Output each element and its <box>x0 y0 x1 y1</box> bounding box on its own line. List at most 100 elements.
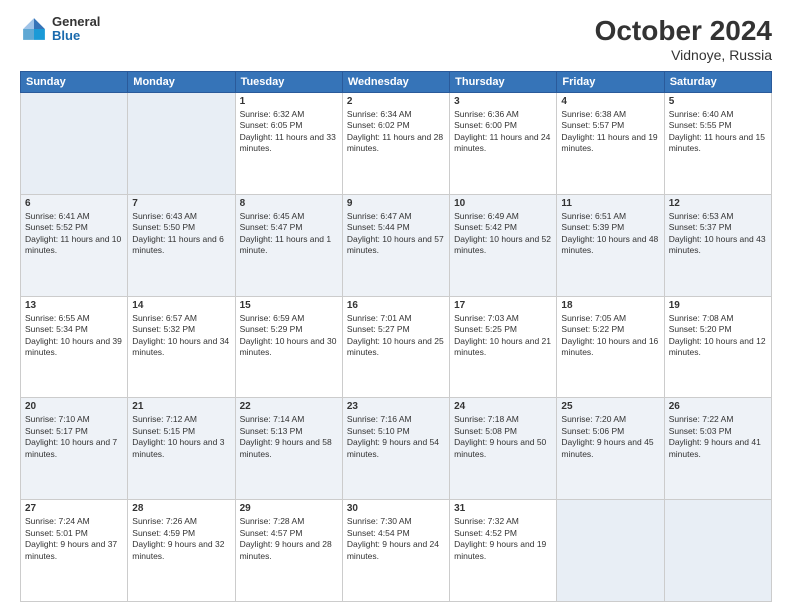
day-info: Sunrise: 7:05 AM <box>561 313 659 324</box>
calendar-cell: 7Sunrise: 6:43 AMSunset: 5:50 PMDaylight… <box>128 194 235 296</box>
day-info: Sunrise: 6:55 AM <box>25 313 123 324</box>
calendar-cell: 17Sunrise: 7:03 AMSunset: 5:25 PMDayligh… <box>450 296 557 398</box>
col-header-thursday: Thursday <box>450 72 557 93</box>
day-info: Sunset: 6:02 PM <box>347 120 445 131</box>
day-info: Daylight: 11 hours and 1 minute. <box>240 234 338 257</box>
day-info: Sunset: 5:50 PM <box>132 222 230 233</box>
calendar-cell <box>664 500 771 602</box>
day-info: Sunrise: 6:47 AM <box>347 211 445 222</box>
day-info: Sunset: 5:55 PM <box>669 120 767 131</box>
day-info: Daylight: 9 hours and 58 minutes. <box>240 437 338 460</box>
day-info: Daylight: 9 hours and 28 minutes. <box>240 539 338 562</box>
logo-blue: Blue <box>52 29 100 43</box>
calendar-cell: 10Sunrise: 6:49 AMSunset: 5:42 PMDayligh… <box>450 194 557 296</box>
calendar-cell: 28Sunrise: 7:26 AMSunset: 4:59 PMDayligh… <box>128 500 235 602</box>
day-info: Sunset: 5:57 PM <box>561 120 659 131</box>
day-number: 30 <box>347 503 445 514</box>
day-info: Daylight: 9 hours and 19 minutes. <box>454 539 552 562</box>
page-title: October 2024 <box>595 15 772 47</box>
day-info: Sunrise: 7:30 AM <box>347 516 445 527</box>
day-info: Daylight: 10 hours and 43 minutes. <box>669 234 767 257</box>
calendar-cell <box>128 93 235 195</box>
day-info: Sunrise: 6:57 AM <box>132 313 230 324</box>
day-info: Sunset: 5:08 PM <box>454 426 552 437</box>
col-header-monday: Monday <box>128 72 235 93</box>
day-number: 24 <box>454 401 552 412</box>
calendar-cell: 1Sunrise: 6:32 AMSunset: 6:05 PMDaylight… <box>235 93 342 195</box>
day-info: Sunset: 5:52 PM <box>25 222 123 233</box>
day-info: Sunset: 5:34 PM <box>25 324 123 335</box>
day-number: 29 <box>240 503 338 514</box>
day-number: 2 <box>347 96 445 107</box>
day-info: Sunset: 5:32 PM <box>132 324 230 335</box>
day-info: Daylight: 11 hours and 6 minutes. <box>132 234 230 257</box>
day-info: Sunrise: 6:32 AM <box>240 109 338 120</box>
day-number: 21 <box>132 401 230 412</box>
day-info: Sunset: 5:29 PM <box>240 324 338 335</box>
calendar-cell: 24Sunrise: 7:18 AMSunset: 5:08 PMDayligh… <box>450 398 557 500</box>
day-info: Sunrise: 7:32 AM <box>454 516 552 527</box>
day-number: 6 <box>25 198 123 209</box>
day-info: Daylight: 10 hours and 52 minutes. <box>454 234 552 257</box>
day-info: Daylight: 11 hours and 28 minutes. <box>347 132 445 155</box>
calendar-cell: 27Sunrise: 7:24 AMSunset: 5:01 PMDayligh… <box>21 500 128 602</box>
day-info: Sunset: 5:47 PM <box>240 222 338 233</box>
calendar-cell: 5Sunrise: 6:40 AMSunset: 5:55 PMDaylight… <box>664 93 771 195</box>
day-info: Daylight: 9 hours and 50 minutes. <box>454 437 552 460</box>
logo-icon <box>20 15 48 43</box>
day-info: Sunset: 5:01 PM <box>25 528 123 539</box>
day-number: 20 <box>25 401 123 412</box>
calendar-cell: 22Sunrise: 7:14 AMSunset: 5:13 PMDayligh… <box>235 398 342 500</box>
day-info: Daylight: 9 hours and 41 minutes. <box>669 437 767 460</box>
day-number: 31 <box>454 503 552 514</box>
calendar-cell: 21Sunrise: 7:12 AMSunset: 5:15 PMDayligh… <box>128 398 235 500</box>
col-header-saturday: Saturday <box>664 72 771 93</box>
day-number: 26 <box>669 401 767 412</box>
col-header-wednesday: Wednesday <box>342 72 449 93</box>
calendar-cell: 16Sunrise: 7:01 AMSunset: 5:27 PMDayligh… <box>342 296 449 398</box>
day-info: Sunrise: 6:38 AM <box>561 109 659 120</box>
day-number: 18 <box>561 300 659 311</box>
calendar-cell: 29Sunrise: 7:28 AMSunset: 4:57 PMDayligh… <box>235 500 342 602</box>
day-info: Sunset: 5:25 PM <box>454 324 552 335</box>
day-info: Sunset: 4:52 PM <box>454 528 552 539</box>
logo-text: General Blue <box>52 15 100 44</box>
calendar-cell: 23Sunrise: 7:16 AMSunset: 5:10 PMDayligh… <box>342 398 449 500</box>
day-number: 13 <box>25 300 123 311</box>
day-number: 14 <box>132 300 230 311</box>
calendar-cell: 18Sunrise: 7:05 AMSunset: 5:22 PMDayligh… <box>557 296 664 398</box>
calendar-cell: 9Sunrise: 6:47 AMSunset: 5:44 PMDaylight… <box>342 194 449 296</box>
day-number: 10 <box>454 198 552 209</box>
day-info: Sunset: 5:10 PM <box>347 426 445 437</box>
calendar-cell: 4Sunrise: 6:38 AMSunset: 5:57 PMDaylight… <box>557 93 664 195</box>
day-info: Daylight: 10 hours and 21 minutes. <box>454 336 552 359</box>
day-info: Sunrise: 7:22 AM <box>669 414 767 425</box>
day-info: Daylight: 10 hours and 48 minutes. <box>561 234 659 257</box>
day-info: Sunset: 5:42 PM <box>454 222 552 233</box>
calendar-cell: 3Sunrise: 6:36 AMSunset: 6:00 PMDaylight… <box>450 93 557 195</box>
day-info: Daylight: 10 hours and 30 minutes. <box>240 336 338 359</box>
day-info: Sunrise: 7:16 AM <box>347 414 445 425</box>
day-info: Sunset: 5:22 PM <box>561 324 659 335</box>
calendar-cell <box>557 500 664 602</box>
day-info: Sunrise: 7:12 AM <box>132 414 230 425</box>
day-info: Sunrise: 7:28 AM <box>240 516 338 527</box>
day-number: 25 <box>561 401 659 412</box>
day-number: 17 <box>454 300 552 311</box>
logo-general: General <box>52 15 100 29</box>
calendar-cell: 26Sunrise: 7:22 AMSunset: 5:03 PMDayligh… <box>664 398 771 500</box>
day-info: Sunset: 5:20 PM <box>669 324 767 335</box>
day-info: Sunrise: 6:36 AM <box>454 109 552 120</box>
day-info: Sunset: 4:59 PM <box>132 528 230 539</box>
day-info: Sunrise: 7:20 AM <box>561 414 659 425</box>
day-number: 16 <box>347 300 445 311</box>
calendar-cell: 19Sunrise: 7:08 AMSunset: 5:20 PMDayligh… <box>664 296 771 398</box>
col-header-friday: Friday <box>557 72 664 93</box>
day-info: Sunset: 5:44 PM <box>347 222 445 233</box>
calendar-cell: 15Sunrise: 6:59 AMSunset: 5:29 PMDayligh… <box>235 296 342 398</box>
day-info: Sunset: 5:13 PM <box>240 426 338 437</box>
day-info: Sunset: 6:05 PM <box>240 120 338 131</box>
day-info: Sunrise: 6:41 AM <box>25 211 123 222</box>
day-number: 12 <box>669 198 767 209</box>
day-info: Daylight: 11 hours and 10 minutes. <box>25 234 123 257</box>
